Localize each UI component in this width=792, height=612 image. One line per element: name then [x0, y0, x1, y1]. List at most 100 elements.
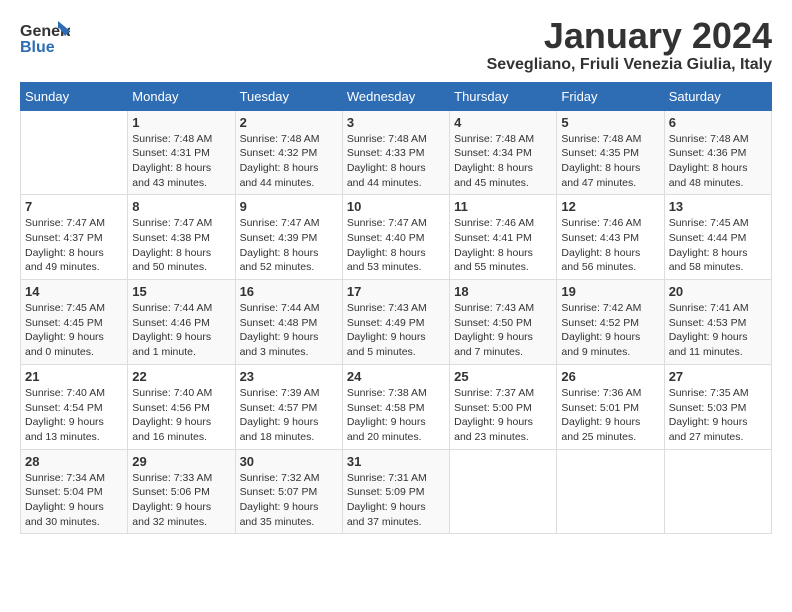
day-info: Sunrise: 7:48 AM Sunset: 4:32 PM Dayligh… — [240, 132, 338, 191]
day-info: Sunrise: 7:37 AM Sunset: 5:00 PM Dayligh… — [454, 386, 552, 445]
day-number: 1 — [132, 115, 230, 130]
day-cell: 30 Sunrise: 7:32 AM Sunset: 5:07 PM Dayli… — [235, 449, 342, 534]
day-cell: 24 Sunrise: 7:38 AM Sunset: 4:58 PM Dayli… — [342, 364, 449, 449]
day-cell: 31 Sunrise: 7:31 AM Sunset: 5:09 PM Dayli… — [342, 449, 449, 534]
day-info: Sunrise: 7:46 AM Sunset: 4:41 PM Dayligh… — [454, 216, 552, 275]
day-info: Sunrise: 7:39 AM Sunset: 4:57 PM Dayligh… — [240, 386, 338, 445]
day-number: 12 — [561, 199, 659, 214]
week-row-5: 28 Sunrise: 7:34 AM Sunset: 5:04 PM Dayli… — [21, 449, 772, 534]
day-info: Sunrise: 7:48 AM Sunset: 4:35 PM Dayligh… — [561, 132, 659, 191]
day-info: Sunrise: 7:32 AM Sunset: 5:07 PM Dayligh… — [240, 471, 338, 530]
day-info: Sunrise: 7:36 AM Sunset: 5:01 PM Dayligh… — [561, 386, 659, 445]
day-number: 24 — [347, 369, 445, 384]
day-info: Sunrise: 7:45 AM Sunset: 4:45 PM Dayligh… — [25, 301, 123, 360]
day-cell: 17 Sunrise: 7:43 AM Sunset: 4:49 PM Dayli… — [342, 280, 449, 365]
week-row-2: 7 Sunrise: 7:47 AM Sunset: 4:37 PM Daylig… — [21, 195, 772, 280]
day-cell: 13 Sunrise: 7:45 AM Sunset: 4:44 PM Dayli… — [664, 195, 771, 280]
day-cell: 28 Sunrise: 7:34 AM Sunset: 5:04 PM Dayli… — [21, 449, 128, 534]
day-number: 8 — [132, 199, 230, 214]
month-title: January 2024 — [487, 16, 772, 56]
day-info: Sunrise: 7:43 AM Sunset: 4:50 PM Dayligh… — [454, 301, 552, 360]
day-info: Sunrise: 7:47 AM Sunset: 4:37 PM Dayligh… — [25, 216, 123, 275]
day-cell — [664, 449, 771, 534]
day-info: Sunrise: 7:41 AM Sunset: 4:53 PM Dayligh… — [669, 301, 767, 360]
day-cell: 4 Sunrise: 7:48 AM Sunset: 4:34 PM Daylig… — [450, 110, 557, 195]
day-info: Sunrise: 7:48 AM Sunset: 4:34 PM Dayligh… — [454, 132, 552, 191]
day-cell: 12Sunrise: 7:46 AM Sunset: 4:43 PM Dayli… — [557, 195, 664, 280]
day-cell: 29 Sunrise: 7:33 AM Sunset: 5:06 PM Dayli… — [128, 449, 235, 534]
day-info: Sunrise: 7:38 AM Sunset: 4:58 PM Dayligh… — [347, 386, 445, 445]
day-info: Sunrise: 7:35 AM Sunset: 5:03 PM Dayligh… — [669, 386, 767, 445]
day-info: Sunrise: 7:48 AM Sunset: 4:36 PM Dayligh… — [669, 132, 767, 191]
day-number: 4 — [454, 115, 552, 130]
week-row-1: 1 Sunrise: 7:48 AM Sunset: 4:31 PM Daylig… — [21, 110, 772, 195]
weekday-header-tuesday: Tuesday — [235, 82, 342, 110]
day-info: Sunrise: 7:40 AM Sunset: 4:56 PM Dayligh… — [132, 386, 230, 445]
day-info: Sunrise: 7:44 AM Sunset: 4:46 PM Dayligh… — [132, 301, 230, 360]
day-info: Sunrise: 7:43 AM Sunset: 4:49 PM Dayligh… — [347, 301, 445, 360]
day-cell: 19 Sunrise: 7:42 AM Sunset: 4:52 PM Dayli… — [557, 280, 664, 365]
day-number: 23 — [240, 369, 338, 384]
weekday-header-thursday: Thursday — [450, 82, 557, 110]
day-number: 28 — [25, 454, 123, 469]
day-number: 16 — [240, 284, 338, 299]
day-number: 31 — [347, 454, 445, 469]
day-info: Sunrise: 7:48 AM Sunset: 4:31 PM Dayligh… — [132, 132, 230, 191]
day-number: 13 — [669, 199, 767, 214]
svg-text:Blue: Blue — [20, 39, 55, 56]
weekday-header-sunday: Sunday — [21, 82, 128, 110]
day-cell: 26Sunrise: 7:36 AM Sunset: 5:01 PM Dayli… — [557, 364, 664, 449]
day-info: Sunrise: 7:47 AM Sunset: 4:39 PM Dayligh… — [240, 216, 338, 275]
day-cell — [557, 449, 664, 534]
day-number: 25 — [454, 369, 552, 384]
day-number: 27 — [669, 369, 767, 384]
week-row-4: 21Sunrise: 7:40 AM Sunset: 4:54 PM Dayli… — [21, 364, 772, 449]
day-number: 2 — [240, 115, 338, 130]
calendar-table: SundayMondayTuesdayWednesdayThursdayFrid… — [20, 82, 772, 535]
day-cell: 3Sunrise: 7:48 AM Sunset: 4:33 PM Daylig… — [342, 110, 449, 195]
day-cell: 11 Sunrise: 7:46 AM Sunset: 4:41 PM Dayli… — [450, 195, 557, 280]
weekday-header-monday: Monday — [128, 82, 235, 110]
day-number: 30 — [240, 454, 338, 469]
day-cell: 20Sunrise: 7:41 AM Sunset: 4:53 PM Dayli… — [664, 280, 771, 365]
day-info: Sunrise: 7:48 AM Sunset: 4:33 PM Dayligh… — [347, 132, 445, 191]
day-info: Sunrise: 7:45 AM Sunset: 4:44 PM Dayligh… — [669, 216, 767, 275]
day-info: Sunrise: 7:47 AM Sunset: 4:38 PM Dayligh… — [132, 216, 230, 275]
day-cell — [450, 449, 557, 534]
day-cell: 1 Sunrise: 7:48 AM Sunset: 4:31 PM Daylig… — [128, 110, 235, 195]
day-info: Sunrise: 7:47 AM Sunset: 4:40 PM Dayligh… — [347, 216, 445, 275]
day-info: Sunrise: 7:31 AM Sunset: 5:09 PM Dayligh… — [347, 471, 445, 530]
day-cell: 9Sunrise: 7:47 AM Sunset: 4:39 PM Daylig… — [235, 195, 342, 280]
day-cell: 8 Sunrise: 7:47 AM Sunset: 4:38 PM Daylig… — [128, 195, 235, 280]
day-info: Sunrise: 7:44 AM Sunset: 4:48 PM Dayligh… — [240, 301, 338, 360]
day-number: 19 — [561, 284, 659, 299]
weekday-header-friday: Friday — [557, 82, 664, 110]
day-info: Sunrise: 7:33 AM Sunset: 5:06 PM Dayligh… — [132, 471, 230, 530]
day-cell: 25 Sunrise: 7:37 AM Sunset: 5:00 PM Dayli… — [450, 364, 557, 449]
day-number: 18 — [454, 284, 552, 299]
day-number: 6 — [669, 115, 767, 130]
day-cell: 2 Sunrise: 7:48 AM Sunset: 4:32 PM Daylig… — [235, 110, 342, 195]
day-number: 5 — [561, 115, 659, 130]
day-info: Sunrise: 7:42 AM Sunset: 4:52 PM Dayligh… — [561, 301, 659, 360]
title-section: January 2024 Sevegliano, Friuli Venezia … — [487, 16, 772, 74]
day-info: Sunrise: 7:34 AM Sunset: 5:04 PM Dayligh… — [25, 471, 123, 530]
day-cell: 7 Sunrise: 7:47 AM Sunset: 4:37 PM Daylig… — [21, 195, 128, 280]
day-number: 14 — [25, 284, 123, 299]
logo-icon: General Blue — [20, 16, 70, 66]
day-cell: 10 Sunrise: 7:47 AM Sunset: 4:40 PM Dayli… — [342, 195, 449, 280]
day-cell: 14 Sunrise: 7:45 AM Sunset: 4:45 PM Dayli… — [21, 280, 128, 365]
day-cell: 21Sunrise: 7:40 AM Sunset: 4:54 PM Dayli… — [21, 364, 128, 449]
weekday-header-row: SundayMondayTuesdayWednesdayThursdayFrid… — [21, 82, 772, 110]
day-number: 15 — [132, 284, 230, 299]
day-cell: 23 Sunrise: 7:39 AM Sunset: 4:57 PM Dayli… — [235, 364, 342, 449]
location-title: Sevegliano, Friuli Venezia Giulia, Italy — [487, 56, 772, 74]
day-info: Sunrise: 7:40 AM Sunset: 4:54 PM Dayligh… — [25, 386, 123, 445]
day-number: 7 — [25, 199, 123, 214]
day-number: 17 — [347, 284, 445, 299]
weekday-header-wednesday: Wednesday — [342, 82, 449, 110]
day-number: 11 — [454, 199, 552, 214]
page-header: General Blue January 2024 Sevegliano, Fr… — [20, 16, 772, 74]
day-number: 29 — [132, 454, 230, 469]
day-number: 10 — [347, 199, 445, 214]
